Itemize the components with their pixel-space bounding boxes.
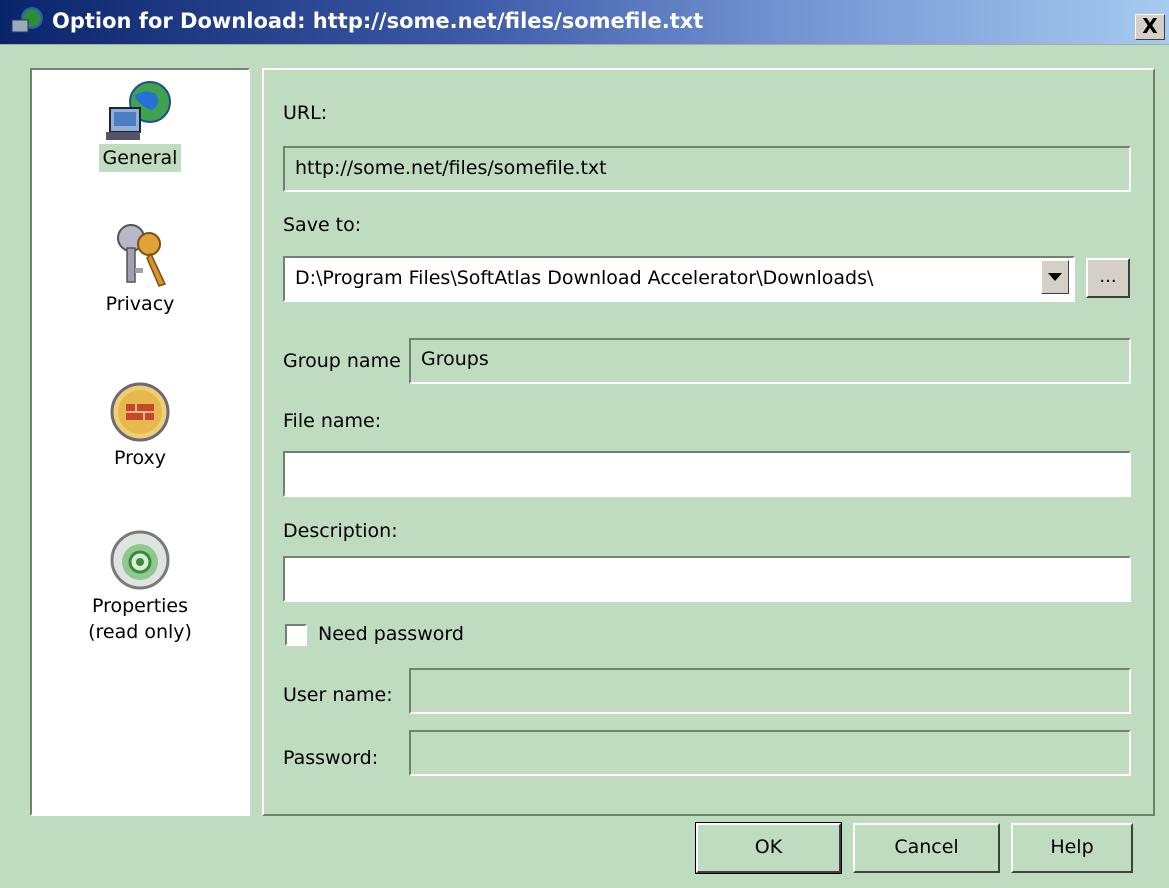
window-title: Option for Download: http://some.net/fil… — [52, 9, 704, 33]
description-text[interactable] — [295, 558, 1119, 600]
properties-disc-icon — [110, 530, 170, 590]
description-input[interactable] — [283, 556, 1131, 602]
file-name-label: File name: — [283, 410, 382, 432]
password-label: Password: — [283, 747, 379, 769]
group-name-label: Group name — [283, 350, 401, 372]
file-name-input[interactable] — [283, 451, 1131, 497]
browse-button[interactable]: ... — [1086, 258, 1130, 298]
nav-label-proxy: Proxy — [113, 447, 167, 469]
title-bar: Option for Download: http://some.net/fil… — [0, 0, 1169, 45]
nav-label-privacy: Privacy — [105, 293, 175, 315]
user-name-input[interactable] — [409, 668, 1131, 714]
globe-computer-icon — [11, 7, 43, 33]
category-list: General Privacy Proxy Properties (read o… — [30, 68, 250, 816]
chevron-down-icon — [1048, 273, 1062, 281]
cancel-button[interactable]: Cancel — [853, 823, 1000, 873]
nav-item-proxy[interactable]: Proxy — [32, 380, 248, 472]
ok-button[interactable]: OK — [695, 822, 842, 874]
firewall-icon — [110, 382, 170, 442]
group-name-field: Groups — [409, 338, 1131, 384]
need-password-checkbox[interactable] — [285, 624, 307, 646]
nav-item-privacy[interactable]: Privacy — [32, 220, 248, 318]
save-to-combobox[interactable]: D:\Program Files\SoftAtlas Download Acce… — [283, 256, 1075, 302]
globe-computer-icon — [106, 81, 171, 140]
file-name-text[interactable] — [295, 453, 1119, 495]
save-to-label: Save to: — [283, 214, 362, 236]
need-password-label[interactable]: Need password — [318, 623, 464, 645]
save-to-dropdown-button[interactable] — [1041, 260, 1069, 294]
help-button[interactable]: Help — [1011, 823, 1133, 873]
nav-label-general: General — [98, 144, 182, 172]
url-field: http://some.net/files/somefile.txt — [283, 146, 1131, 192]
password-input[interactable] — [409, 730, 1131, 776]
nav-label-properties: Properties (read only) — [88, 595, 192, 643]
nav-item-general[interactable]: General — [32, 78, 248, 172]
url-label: URL: — [283, 102, 328, 124]
keys-icon — [117, 224, 167, 287]
user-name-label: User name: — [283, 684, 393, 706]
nav-item-properties[interactable]: Properties (read only) — [32, 528, 248, 646]
close-button[interactable]: X — [1135, 14, 1165, 40]
description-label: Description: — [283, 520, 398, 542]
